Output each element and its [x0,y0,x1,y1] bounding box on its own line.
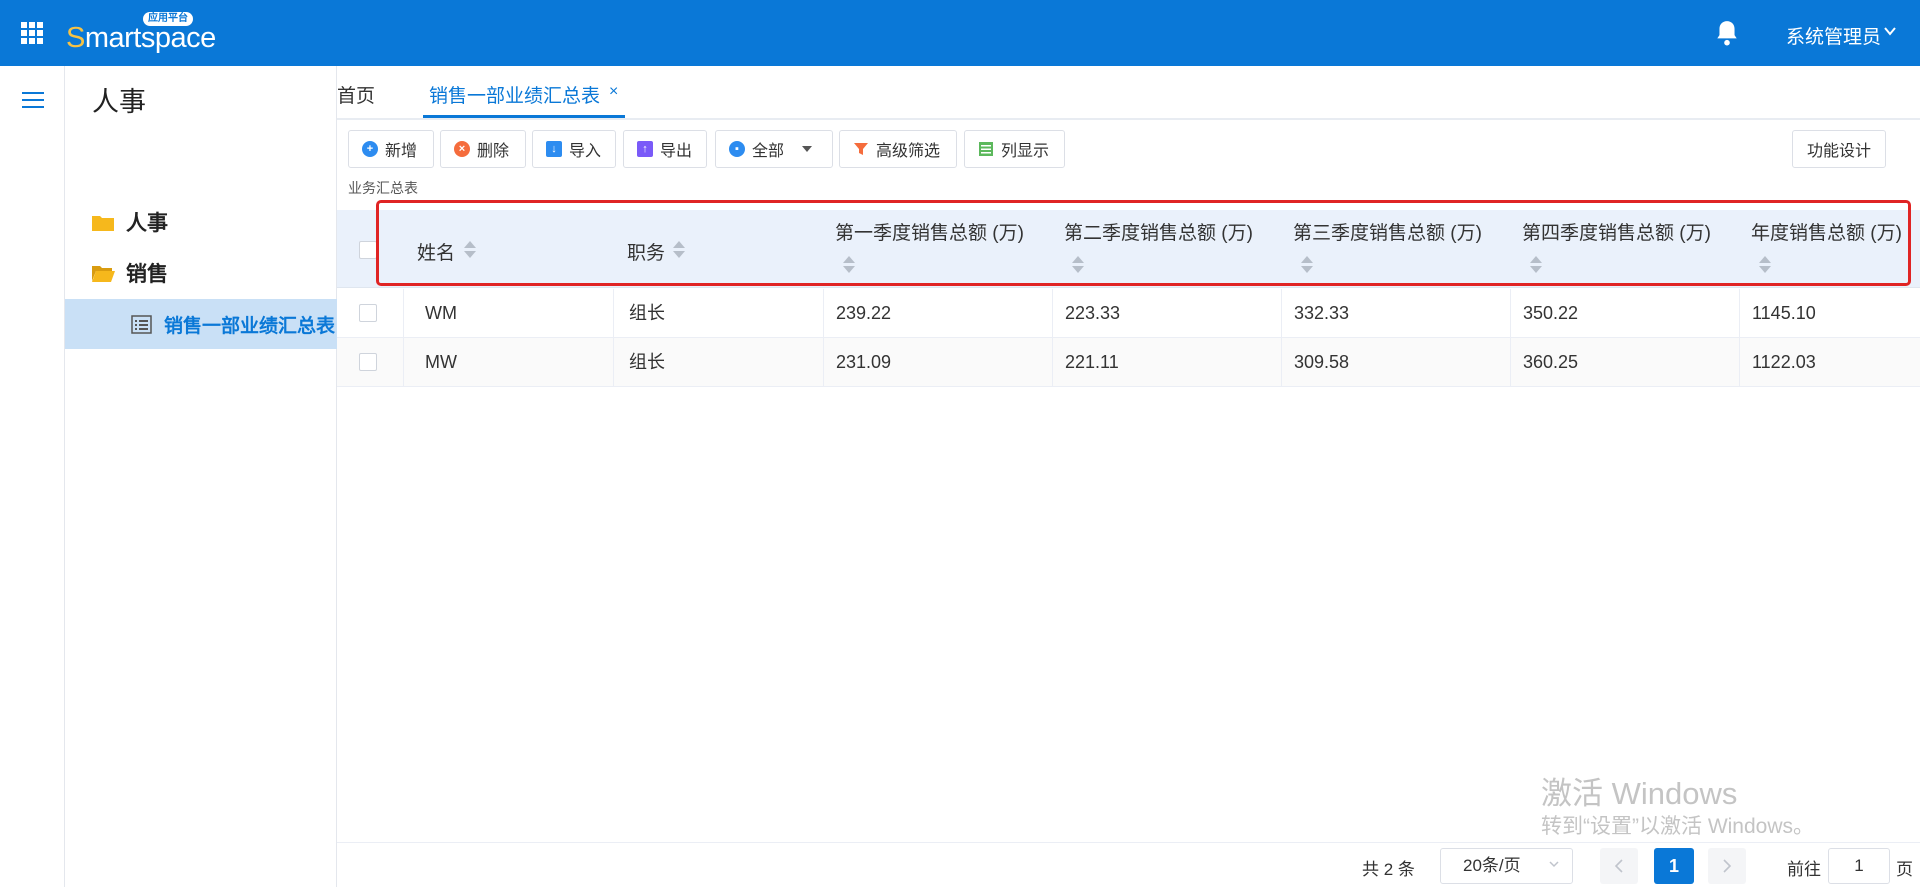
tab-sales-summary[interactable]: 销售一部业绩汇总表 [429,81,600,108]
cell-q4: 350.22 [1510,289,1739,338]
scope-select[interactable]: ▪ 全部 [715,130,833,168]
feature-design-button[interactable]: 功能设计 [1792,130,1886,168]
chevron-right-icon [1723,859,1732,873]
tab-bar: 首页 销售一部业绩汇总表 × [337,66,1920,120]
apps-grid-icon[interactable] [21,22,43,44]
page-suffix: 页 [1896,860,1913,879]
caret-down-icon [802,146,813,152]
column-display-button[interactable]: 列显示 [964,130,1065,168]
tree-title: 人事 [92,87,146,117]
add-button[interactable]: + 新增 [348,130,434,168]
bell-icon[interactable] [1714,19,1740,47]
tree-folder-sales[interactable]: 销售 [65,248,337,298]
delete-button[interactable]: × 删除 [440,130,526,168]
plus-icon: + [362,141,378,157]
import-button[interactable]: ↓ 导入 [532,130,616,168]
chevron-left-icon [1614,859,1623,873]
advanced-filter-button[interactable]: 高级筛选 [839,130,957,168]
grid-circle-icon: ▪ [729,141,745,157]
section-title: 业务汇总表 [348,180,418,196]
cell-annual: 1122.03 [1739,338,1920,387]
tree-item-label: 销售 [126,263,168,286]
total-count: 共 2 条 [1362,860,1415,879]
tree-item-sales-summary[interactable]: 销售一部业绩汇总表 [65,299,337,349]
cell-name: MW [403,338,613,387]
close-circle-icon: × [454,141,470,157]
table-row[interactable]: WM 组长 239.22 223.33 332.33 350.22 1145.1… [337,289,1920,338]
goto-label: 前往 [1787,860,1821,879]
page-size-select[interactable]: 20条/页 [1440,848,1573,884]
top-bar: Smartspace 应用平台 系统管理员 [0,0,1920,66]
import-icon: ↓ [546,141,562,157]
menu-toggle-icon[interactable] [22,92,44,108]
cell-name: WM [403,289,613,338]
cell-q1: 231.09 [823,338,1052,387]
goto-page-input[interactable]: 1 [1828,848,1890,884]
tab-close-icon[interactable]: × [609,83,618,101]
filter-icon [854,143,868,155]
activation-watermark-text: 转到“设置”以激活 Windows。 [1541,815,1815,838]
row-checkbox[interactable] [359,304,377,322]
logo-badge: 应用平台 [143,12,193,26]
cell-title: 组长 [613,338,823,387]
left-rail [0,66,65,887]
chevron-down-icon[interactable] [1883,24,1897,38]
list-document-icon [131,314,152,334]
header-highlight-box [376,200,1911,286]
active-tab-indicator [423,115,625,118]
export-icon: ↑ [637,141,653,157]
user-menu[interactable]: 系统管理员 [1786,22,1881,49]
tree-folder-hr[interactable]: 人事 [65,197,337,247]
logo[interactable]: Smartspace [66,22,216,55]
cell-q4: 360.25 [1510,338,1739,387]
tree-item-label: 人事 [126,212,168,235]
folder-open-icon [92,266,115,282]
activation-watermark-title: 激活 Windows [1541,776,1738,811]
cell-q2: 223.33 [1052,289,1281,338]
page-number-current[interactable]: 1 [1654,848,1694,884]
folder-icon [92,216,114,231]
cell-q2: 221.11 [1052,338,1281,387]
select-all-checkbox[interactable] [359,241,377,259]
cell-q3: 332.33 [1281,289,1510,338]
tree-panel: 人事 人事 销售 销售一部业绩汇总表 [65,66,337,887]
row-checkbox[interactable] [359,353,377,371]
prev-page-button[interactable] [1600,848,1638,884]
export-button[interactable]: ↑ 导出 [623,130,707,168]
cell-title: 组长 [613,289,823,338]
next-page-button[interactable] [1708,848,1746,884]
tab-home[interactable]: 首页 [337,81,375,108]
cell-annual: 1145.10 [1739,289,1920,338]
chevron-down-icon [1549,861,1559,868]
cell-q3: 309.58 [1281,338,1510,387]
table-row[interactable]: MW 组长 231.09 221.11 309.58 360.25 1122.0… [337,338,1920,387]
cell-q1: 239.22 [823,289,1052,338]
columns-icon [979,142,993,156]
tree-item-label: 销售一部业绩汇总表 [164,315,336,337]
